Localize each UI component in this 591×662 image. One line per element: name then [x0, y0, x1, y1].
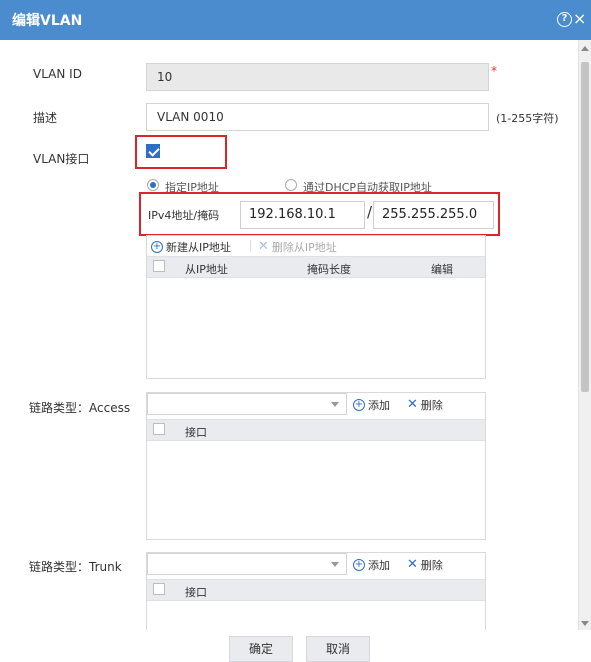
- secondary-ip-table-header: 从IP地址 掩码长度 编辑: [147, 256, 485, 278]
- chevron-down-icon: [331, 562, 339, 567]
- trunk-add-button[interactable]: + 添加: [353, 557, 390, 573]
- delete-secondary-ip-label: 删除从IP地址: [271, 241, 337, 254]
- column-interface: 接口: [185, 426, 207, 439]
- ip-mask-separator: /: [367, 203, 373, 221]
- description-input[interactable]: VLAN 0010: [146, 103, 489, 131]
- trunk-label: 链路类型：Trunk: [29, 560, 122, 574]
- access-add-button[interactable]: + 添加: [353, 397, 390, 413]
- mask-input[interactable]: 255.255.255.0: [373, 201, 494, 229]
- scroll-thumb[interactable]: [581, 62, 589, 392]
- column-interface: 接口: [185, 586, 207, 599]
- vlan-id-field: 10: [146, 63, 489, 91]
- scroll-down-icon[interactable]: [581, 621, 589, 626]
- delete-secondary-ip-button[interactable]: ✕ 删除从IP地址: [258, 239, 337, 255]
- add-secondary-ip-label: 新建从IP地址: [166, 241, 231, 254]
- cancel-button[interactable]: 取消: [306, 636, 370, 662]
- ok-button[interactable]: 确定: [229, 636, 293, 662]
- description-label: 描述: [33, 111, 58, 125]
- column-secondary-ip: 从IP地址: [185, 263, 228, 276]
- plus-circle-icon: +: [353, 399, 365, 411]
- plus-circle-icon: +: [151, 241, 163, 253]
- add-secondary-ip-button[interactable]: + 新建从IP地址: [151, 239, 231, 255]
- access-delete-label: 删除: [420, 399, 443, 412]
- select-all-checkbox[interactable]: [153, 423, 165, 435]
- column-mask-length: 掩码长度: [307, 263, 351, 276]
- trunk-delete-label: 删除: [420, 559, 443, 572]
- dialog-titlebar: 编辑VLAN ? ×: [0, 0, 591, 40]
- required-mark: *: [491, 64, 497, 78]
- trunk-table-header: 接口: [147, 579, 485, 601]
- trunk-add-label: 添加: [368, 559, 390, 572]
- radio-dhcp[interactable]: [285, 179, 297, 191]
- description-hint: (1-255字符): [496, 112, 559, 125]
- vlan-interface-checkbox[interactable]: [146, 144, 160, 158]
- vertical-scrollbar[interactable]: [578, 40, 591, 630]
- plus-circle-icon: +: [353, 559, 365, 571]
- select-all-checkbox[interactable]: [153, 260, 165, 272]
- chevron-down-icon: [331, 402, 339, 407]
- toolbar-divider: [250, 240, 251, 252]
- select-all-checkbox[interactable]: [153, 583, 165, 595]
- close-icon: ✕: [258, 239, 269, 254]
- access-delete-button[interactable]: ✕ 删除: [407, 397, 443, 413]
- ipv4-label: IPv4地址/掩码: [148, 209, 220, 222]
- access-table-header: 接口: [147, 419, 485, 441]
- access-interface-select[interactable]: [147, 393, 347, 415]
- access-add-label: 添加: [368, 399, 390, 412]
- column-edit: 编辑: [431, 263, 453, 276]
- scroll-up-icon[interactable]: [581, 46, 589, 51]
- trunk-delete-button[interactable]: ✕ 删除: [407, 557, 443, 573]
- vlan-id-label: VLAN ID: [33, 67, 82, 81]
- dialog-title: 编辑VLAN: [12, 13, 83, 29]
- access-label: 链路类型：Access: [29, 401, 131, 415]
- secondary-ip-panel: + 新建从IP地址 ✕ 删除从IP地址 从IP地址 掩码长度 编辑: [146, 235, 486, 379]
- radio-static-ip[interactable]: [147, 179, 159, 191]
- access-panel: + 添加 ✕ 删除 接口: [146, 392, 486, 540]
- dialog-content: VLAN ID 10 * 描述 VLAN 0010 (1-255字符) VLAN…: [0, 40, 578, 630]
- trunk-panel: + 添加 ✕ 删除 接口: [146, 552, 486, 630]
- close-icon: ✕: [407, 397, 418, 412]
- ip-address-input[interactable]: 192.168.10.1: [240, 201, 365, 229]
- trunk-interface-select[interactable]: [147, 553, 347, 575]
- help-icon[interactable]: ?: [557, 12, 572, 27]
- vlan-interface-label: VLAN接口: [33, 152, 90, 166]
- close-icon[interactable]: ×: [573, 9, 586, 29]
- close-icon: ✕: [407, 557, 418, 572]
